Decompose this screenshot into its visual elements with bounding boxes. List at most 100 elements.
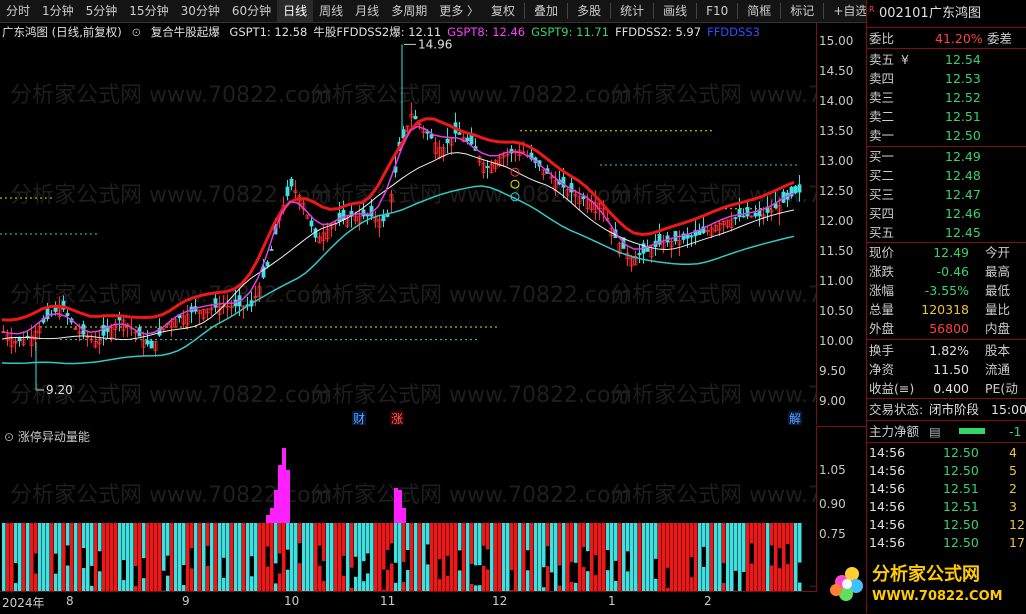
tick-price: 12.51 bbox=[943, 481, 979, 496]
period-tab-0[interactable]: 分时 bbox=[0, 0, 36, 22]
volume-bar bbox=[346, 523, 350, 591]
volume-bar bbox=[154, 523, 158, 591]
volume-gap bbox=[482, 545, 486, 566]
volume-bar bbox=[518, 523, 522, 591]
period-tab-8[interactable]: 月线 bbox=[349, 0, 385, 22]
candle-body bbox=[561, 177, 566, 188]
tool-button-1[interactable]: 叠加 bbox=[528, 0, 564, 22]
period-tab-1[interactable]: 1分钟 bbox=[36, 0, 80, 22]
volume-bar bbox=[230, 523, 234, 591]
tool-button-0[interactable]: 复权 bbox=[485, 0, 521, 22]
volume-bar bbox=[442, 523, 446, 591]
bid-row: 买二 12.48 bbox=[867, 166, 1026, 185]
period-tab-6[interactable]: 日线 bbox=[277, 0, 314, 22]
volume-gap bbox=[570, 561, 574, 582]
volume-bar bbox=[370, 523, 374, 591]
period-tab-7[interactable]: 周线 bbox=[313, 0, 349, 22]
event-marker[interactable]: 涨 bbox=[391, 411, 403, 426]
candle-body bbox=[285, 186, 290, 196]
volume-gap bbox=[582, 547, 586, 568]
volume-bar bbox=[198, 523, 202, 591]
event-marker[interactable]: 财 bbox=[353, 412, 365, 426]
flow-menu-icon: ▤ bbox=[929, 424, 941, 439]
volume-gap bbox=[190, 548, 194, 569]
period-tab-2[interactable]: 5分钟 bbox=[80, 0, 124, 22]
weicha-label: 委差 bbox=[987, 31, 1013, 46]
volume-bar bbox=[306, 523, 310, 591]
tool-button-3[interactable]: 统计 bbox=[614, 0, 650, 22]
volume-gap bbox=[222, 557, 226, 578]
volume-bar bbox=[254, 523, 258, 591]
volume-gap bbox=[362, 561, 366, 582]
indicator-0: GSPT1: 12.58 bbox=[229, 25, 308, 39]
volume-gap bbox=[722, 562, 726, 583]
candle-body bbox=[689, 235, 694, 238]
tick-row: 14:56 12.51 3 bbox=[867, 498, 1026, 516]
period-tab-9[interactable]: 多周期 bbox=[385, 0, 433, 22]
bid-row: 买三 12.47 bbox=[867, 185, 1026, 204]
volume-gap bbox=[666, 567, 670, 588]
tool-button-4[interactable]: 画线 bbox=[657, 0, 693, 22]
tick-time: 14:56 bbox=[869, 463, 906, 478]
candle-body bbox=[361, 209, 366, 217]
volume-gap bbox=[526, 550, 530, 571]
formula-name[interactable]: 复合牛股起爆 bbox=[151, 25, 220, 39]
period-tab-10[interactable]: 更多 〉 bbox=[433, 0, 485, 22]
kline-chart[interactable]: 分析家公式网 www.70822.com分析家公式网 www.70822.com… bbox=[0, 22, 816, 592]
volume-bar bbox=[334, 523, 338, 591]
volume-bar bbox=[434, 523, 438, 591]
ask-label: 卖三 bbox=[869, 90, 895, 105]
volume-bar bbox=[754, 523, 758, 591]
volume-bar bbox=[50, 523, 54, 591]
indicator-legend: 广东鸿图 (日线,前复权) ⊙ 复合牛股起爆 GSPT1: 12.58 牛股FFD… bbox=[2, 23, 814, 41]
date-label: 1 bbox=[608, 594, 616, 608]
volume-bar bbox=[106, 523, 110, 591]
tick-volume: 4 bbox=[1009, 445, 1017, 460]
candle-body bbox=[149, 340, 154, 349]
site-logo: 分析家公式网 WWW.70822.COM bbox=[820, 556, 1020, 608]
period-tab-4[interactable]: 30分钟 bbox=[175, 0, 226, 22]
tool-button-2[interactable]: 多股 bbox=[571, 0, 607, 22]
volume-gap bbox=[438, 559, 442, 580]
candle-body bbox=[17, 337, 22, 342]
volume-bar bbox=[358, 523, 362, 591]
volume-gap bbox=[162, 570, 166, 591]
volume-gap bbox=[134, 566, 138, 587]
tick-volume: 5 bbox=[1009, 463, 1017, 478]
price-tick: 14.50 bbox=[819, 64, 854, 78]
formula-chevron-icon[interactable]: ⊙ bbox=[131, 25, 141, 39]
volume-bar bbox=[222, 523, 226, 591]
volume-bar bbox=[314, 523, 318, 591]
ask-row: 卖三 12.52 bbox=[867, 88, 1026, 107]
divider bbox=[867, 420, 1026, 421]
volume-bar bbox=[146, 523, 150, 591]
event-marker[interactable]: 解 bbox=[789, 412, 801, 426]
ask-label: 卖四 bbox=[869, 71, 895, 86]
volume-chevron-icon[interactable]: ⊙ bbox=[4, 430, 14, 444]
price-tick: 15.00 bbox=[819, 34, 854, 48]
tool-button-5[interactable]: F10 bbox=[700, 0, 734, 22]
watermark-text: 分析家公式网 www.70822.com bbox=[610, 483, 816, 508]
bid-price: 12.47 bbox=[945, 187, 981, 202]
price-tick: 12.50 bbox=[819, 184, 854, 198]
tool-divider bbox=[780, 3, 782, 19]
price-axis: 15.00 14.50 14.00 13.50 13.00 12.50 12.00 11.50… bbox=[816, 22, 867, 425]
volume-bar bbox=[94, 523, 98, 591]
indicator-3: GSPT9: 11.71 bbox=[531, 25, 610, 39]
divider bbox=[867, 27, 1026, 28]
quote-row: 现价 12.49 今开 bbox=[867, 243, 1026, 262]
volume-bar bbox=[290, 523, 294, 591]
tool-button-7[interactable]: 标记 bbox=[784, 0, 820, 22]
volume-gap bbox=[278, 553, 282, 574]
period-tab-3[interactable]: 15分钟 bbox=[123, 0, 174, 22]
tool-button-8[interactable]: +自选 bbox=[827, 0, 866, 22]
trade-status-value: 闭市阶段 bbox=[929, 402, 980, 417]
price-tick: 9.50 bbox=[819, 364, 846, 378]
price-tick: 11.00 bbox=[819, 274, 854, 288]
limit-up-bar bbox=[286, 470, 290, 523]
tool-divider bbox=[524, 3, 526, 19]
date-label: 10 bbox=[284, 594, 300, 608]
tool-button-6[interactable]: 简框 bbox=[741, 0, 777, 22]
limit-up-bar bbox=[270, 508, 274, 523]
period-tab-5[interactable]: 60分钟 bbox=[226, 0, 277, 22]
